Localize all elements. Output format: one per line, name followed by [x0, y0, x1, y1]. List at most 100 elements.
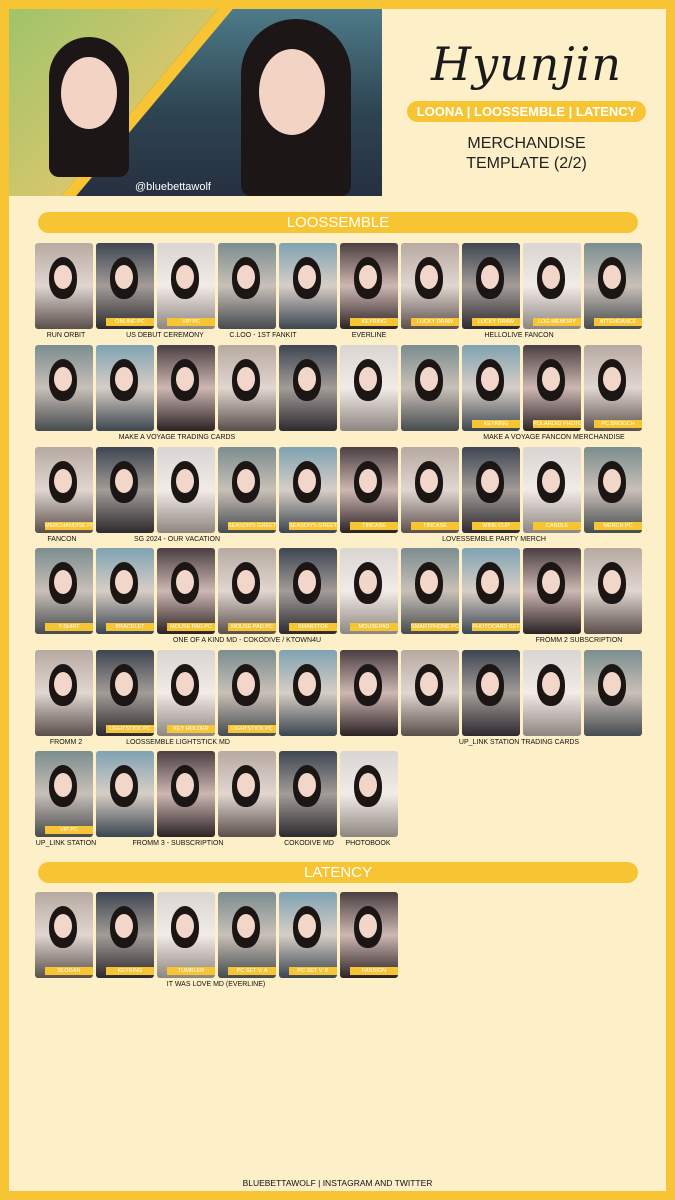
- card-tag: SMARTTOK: [289, 623, 337, 631]
- card-tag: PC SET V. A: [228, 967, 276, 975]
- photocard: [157, 345, 215, 431]
- photocard: MOUSEPAD: [340, 548, 398, 634]
- photocard: [401, 650, 459, 736]
- card-group-label: MAKE A VOYAGE FANCON MERCHANDISE: [483, 434, 625, 441]
- card-tag: LOG MEMORY: [533, 318, 581, 326]
- card-tag: MOUSE PAD PC: [228, 623, 276, 631]
- photocard: [35, 650, 93, 736]
- photocard: POLAROID PHOTO: [523, 345, 581, 431]
- card-group-label: HELLOLIVE FANCON: [484, 332, 554, 339]
- card-group-label: LOOSSEMBLE LIGHTSTICK MD: [126, 739, 230, 746]
- photocard: TINCASE: [401, 447, 459, 533]
- photocard: [96, 751, 154, 837]
- photocard: [340, 751, 398, 837]
- template-frame: @bluebettawolf Hyunjin LOONA | LOOSSEMBL…: [9, 9, 666, 1191]
- portrait-left: [61, 57, 117, 129]
- photocard: SMARTPHONE PC: [401, 548, 459, 634]
- title-area: Hyunjin LOONA | LOOSSEMBLE | LATENCY MER…: [387, 9, 666, 199]
- card-tag: LIGHTSTICK PC: [106, 725, 154, 733]
- photocard: LIGHTSTICK PC: [218, 650, 276, 736]
- card-tag: MOUSEPAD: [350, 623, 398, 631]
- photocard: [218, 243, 276, 329]
- card-group-label: EVERLINE: [351, 332, 387, 339]
- card-tag: SLOGAN: [45, 967, 93, 975]
- photocard: [279, 650, 337, 736]
- banner-image: @bluebettawolf: [9, 9, 382, 196]
- photocard: PHOTOCARD SET: [462, 548, 520, 634]
- card-tag: PHOTOCARD SET: [472, 623, 520, 631]
- idol-name: Hyunjin: [431, 37, 622, 91]
- photocard: [279, 243, 337, 329]
- card-tag: SEASON'S GREETING PC: [289, 522, 337, 530]
- photocard: MOUSE PAD PC: [157, 548, 215, 634]
- photocard: [35, 243, 93, 329]
- card-tag: PC SET V. B: [289, 967, 337, 975]
- card-group-label: ONE OF A KIND MD - COKODIVE / KTOWN4U: [172, 637, 322, 644]
- photocard: [523, 650, 581, 736]
- photocard: [340, 345, 398, 431]
- card-tag: MERCH PC: [594, 522, 642, 530]
- photocard: SMARTTOK: [279, 548, 337, 634]
- card-group-label: MAKE A VOYAGE TRADING CARDS: [118, 434, 236, 441]
- card-group-label: IT WAS LOVE MD (EVERLINE): [166, 981, 266, 988]
- card-tag: KEYRING: [350, 318, 398, 326]
- card-group-label: UP_LINK STATION: [35, 840, 97, 847]
- photocard: KEYRING: [462, 345, 520, 431]
- card-tag: LUCKY DRAW: [411, 318, 459, 326]
- merch-title: MERCHANDISE: [467, 135, 586, 152]
- card-tag: KEYRING: [106, 967, 154, 975]
- photocard: [96, 345, 154, 431]
- photocard: [157, 751, 215, 837]
- photocard: KEYRING: [96, 892, 154, 978]
- photocard: [96, 447, 154, 533]
- card-tag: KEYRING: [472, 420, 520, 428]
- photocard: [279, 345, 337, 431]
- card-tag: ONLINE PC: [106, 318, 154, 326]
- footer-credit: BLUEBETTAWOLF | INSTAGRAM AND TWITTER: [242, 1178, 433, 1188]
- photocard: MERCH PC: [584, 447, 642, 533]
- photocard: [462, 650, 520, 736]
- card-tag: MERCHANDISE PC: [45, 522, 93, 530]
- card-tag: T-SHIRT: [45, 623, 93, 631]
- card-tag: MOUSE PAD PC: [167, 623, 215, 631]
- section-header-loossemble: LOOSSEMBLE: [38, 212, 638, 233]
- photocard: [157, 447, 215, 533]
- card-tag: PC BROOCH: [594, 420, 642, 428]
- photocard: PC SET V. A: [218, 892, 276, 978]
- card-tag: LUCKY DRAW: [472, 318, 520, 326]
- photocard: [523, 548, 581, 634]
- photocard: BRACELET: [96, 548, 154, 634]
- card-group-label: FANCON: [47, 536, 77, 543]
- group-list: LOONA | LOOSSEMBLE | LATENCY: [406, 101, 647, 122]
- card-group-label: FROMM 2 SUBSCRIPTION: [535, 637, 623, 644]
- photocard: KEY HOLDER: [157, 650, 215, 736]
- watermark-handle: @bluebettawolf: [135, 181, 211, 193]
- photocard: [401, 345, 459, 431]
- card-group-label: US DEBUT CEREMONY: [126, 332, 204, 339]
- photocard: LOG MEMORY: [523, 243, 581, 329]
- card-tag: SMARTPHONE PC: [411, 623, 459, 631]
- card-group-label: RUN ORBIT: [46, 332, 86, 339]
- card-tag: LIGHTSTICK PC: [228, 725, 276, 733]
- photocard: CANDLE: [523, 447, 581, 533]
- card-group-label: UP_LINK STATION TRADING CARDS: [458, 739, 580, 746]
- photocard: ATTENDANCE: [584, 243, 642, 329]
- photocard: SEASON'S GREETING PC: [279, 447, 337, 533]
- photocard: MOUSE PAD PC: [218, 548, 276, 634]
- card-group-label: SG 2024 - OUR VACATION: [133, 536, 221, 543]
- photocard: [218, 345, 276, 431]
- card-tag: VIP PC: [45, 826, 93, 834]
- photocard: [218, 751, 276, 837]
- card-tag: TINCASE: [350, 522, 398, 530]
- photocard: ONLINE PC: [96, 243, 154, 329]
- photocard: TINCASE: [340, 447, 398, 533]
- card-tag: TUMBLER: [167, 967, 215, 975]
- card-group-label: C.LOO - 1ST FANKIT: [229, 332, 297, 339]
- merch-subtitle: TEMPLATE (2/2): [466, 155, 587, 172]
- card-tag: POLAROID PHOTO: [533, 420, 581, 428]
- photocard: [279, 751, 337, 837]
- card-group-label: COKODIVE MD: [284, 840, 334, 847]
- section-header-latency: LATENCY: [38, 862, 638, 883]
- portrait-right: [259, 49, 325, 135]
- photocard: T-SHIRT: [35, 548, 93, 634]
